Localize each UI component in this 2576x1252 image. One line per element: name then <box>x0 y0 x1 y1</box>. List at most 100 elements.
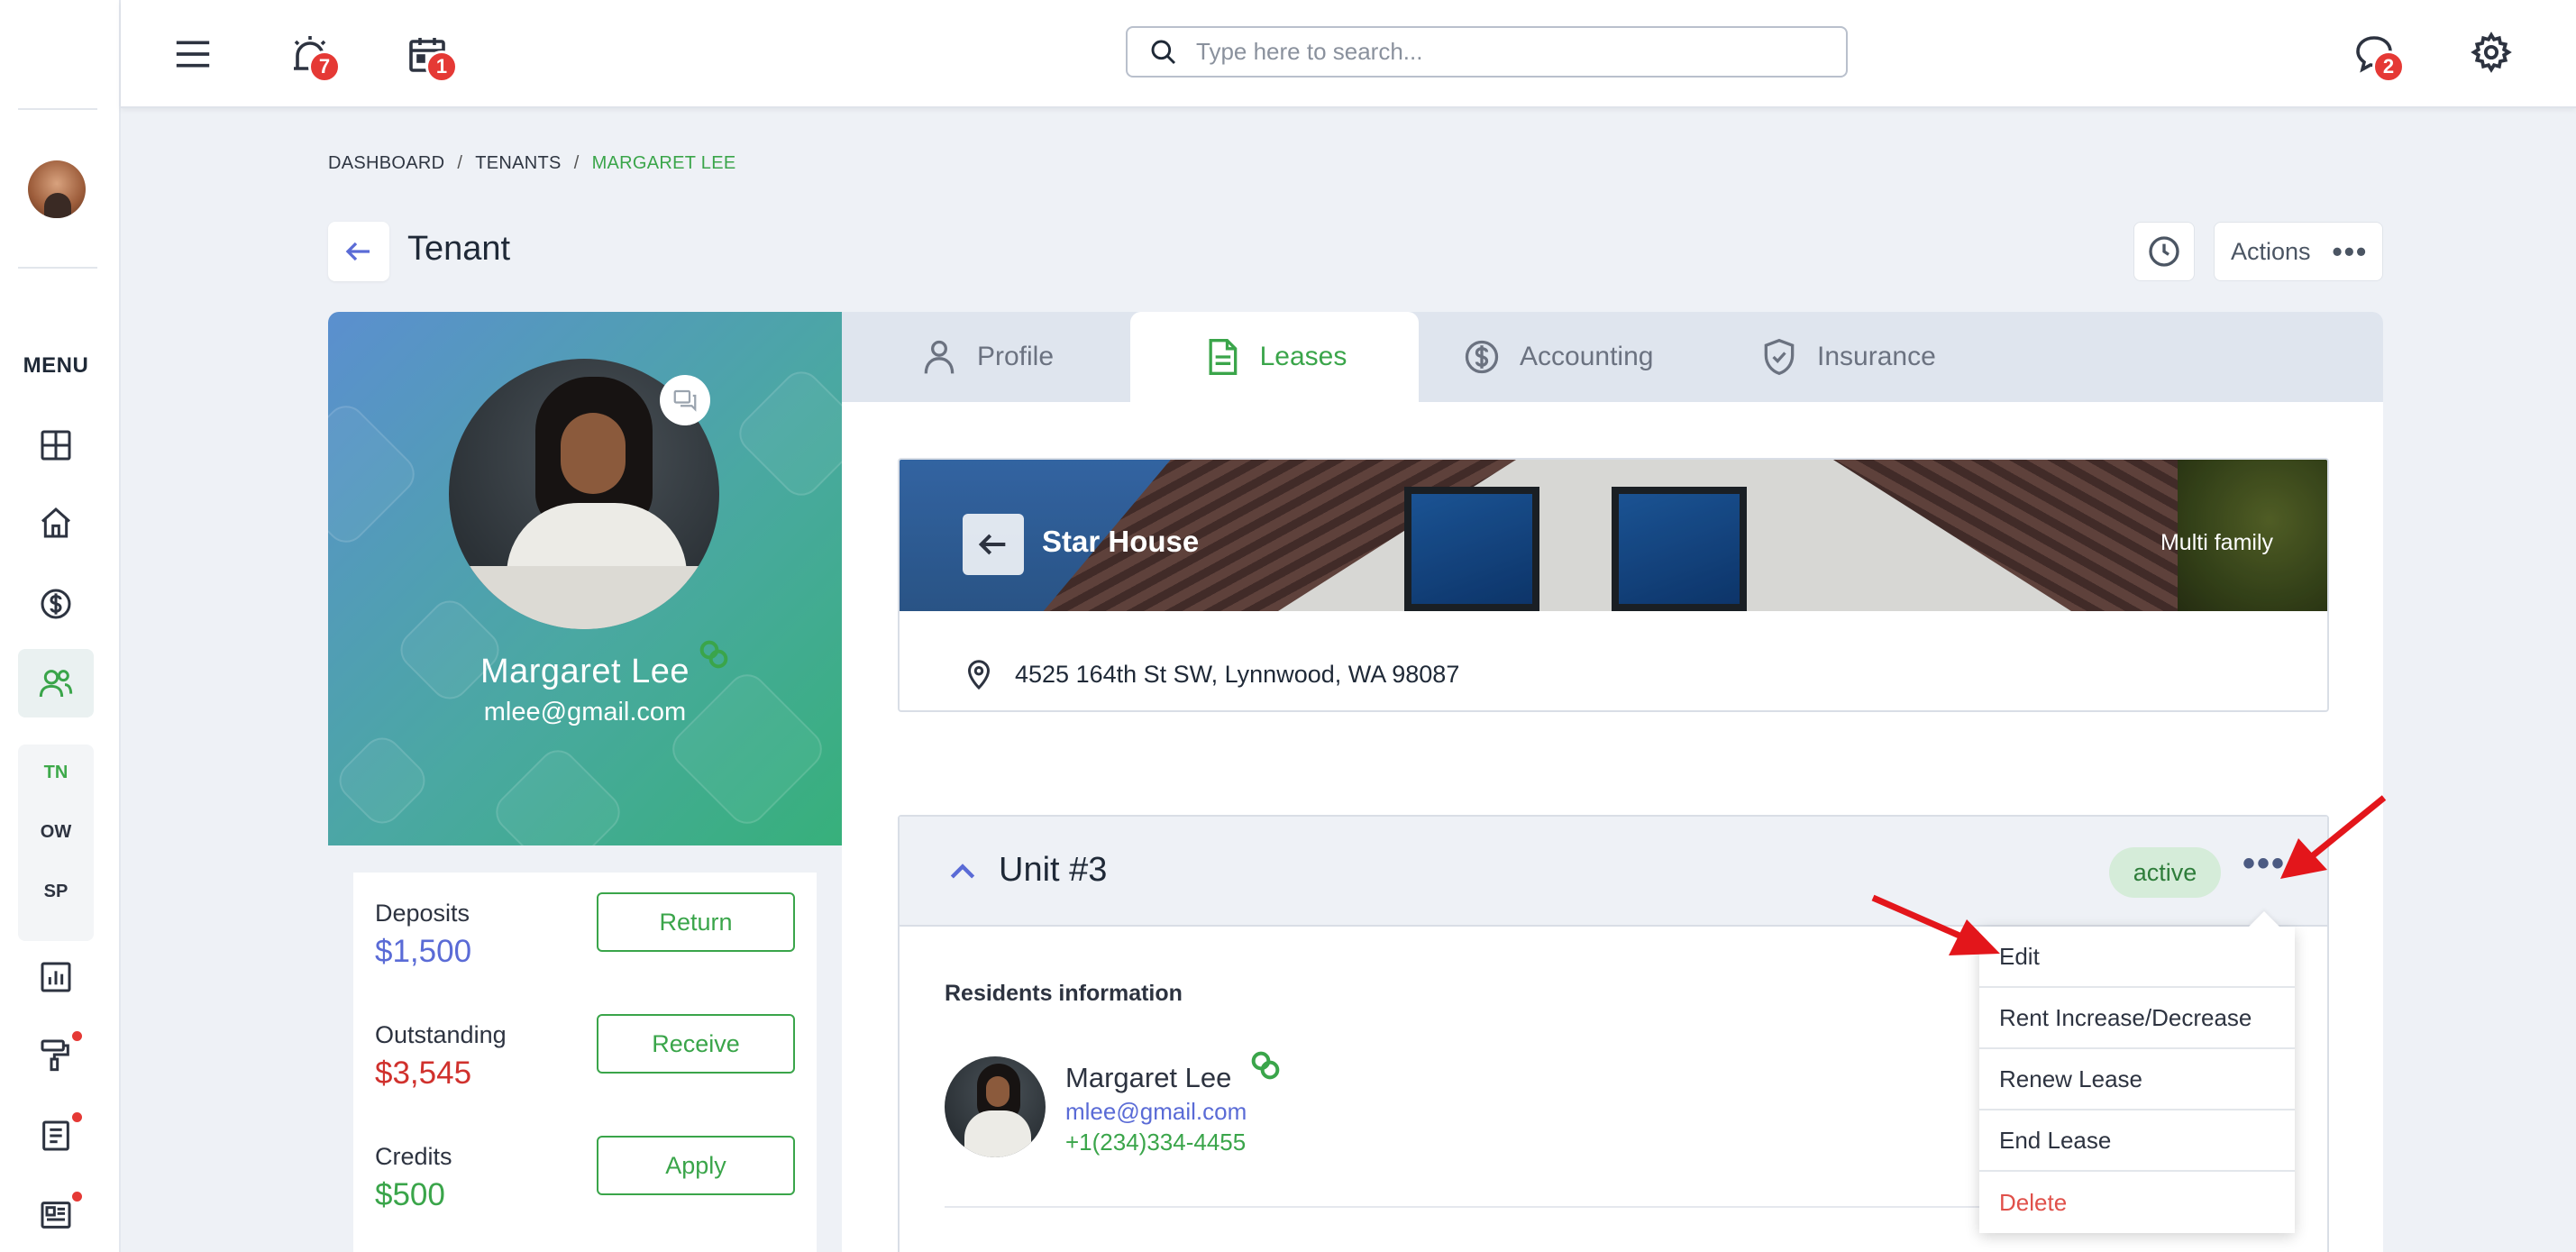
document-icon <box>42 1120 69 1151</box>
red-arrow-annotation <box>2280 795 2387 879</box>
hamburger-icon <box>176 41 210 68</box>
status-badge: active <box>2109 847 2221 898</box>
resident-avatar <box>945 1056 1046 1157</box>
balances-panel: Deposits $1,500 Return Outstanding $3,54… <box>328 845 842 1252</box>
tab-insurance-label: Insurance <box>1817 342 1936 371</box>
decoration <box>331 729 434 832</box>
submenu-tenants[interactable]: TN <box>18 763 94 783</box>
tab-insurance[interactable]: Insurance <box>1759 312 1936 402</box>
sidebar-item-properties[interactable] <box>18 489 94 557</box>
notification-dot <box>72 1192 82 1202</box>
tab-profile[interactable]: Profile <box>919 312 1054 402</box>
sidebar-item-accounting[interactable] <box>18 570 94 638</box>
unit-actions-menu: Edit Rent Increase/Decrease Renew Lease … <box>1979 927 2295 1233</box>
chat-button[interactable]: 2 <box>2347 27 2405 83</box>
sidebar-divider <box>18 267 97 269</box>
tab-leases[interactable]: Leases <box>1130 312 1419 402</box>
divider <box>945 1206 2116 1208</box>
sidebar-item-people[interactable] <box>18 649 94 717</box>
menu-label: MENU <box>23 353 89 378</box>
notification-dot <box>72 1112 82 1122</box>
hamburger-menu-button[interactable] <box>166 27 220 81</box>
location-pin-icon <box>967 660 991 690</box>
unit-title: Unit #3 <box>999 851 1108 889</box>
resident-phone[interactable]: +1(234)334-4455 <box>1065 1129 1246 1156</box>
tab-leases-label: Leases <box>1259 342 1347 371</box>
resident-name[interactable]: Margaret Lee <box>1065 1062 1231 1094</box>
message-tenant-button[interactable] <box>660 375 710 425</box>
property-card: Star House Multi family 4525 164th St SW… <box>898 458 2329 712</box>
deposits-row: Deposits $1,500 Return <box>375 891 795 990</box>
search-input[interactable] <box>1196 38 1827 66</box>
search-icon <box>1151 40 1176 64</box>
sidebar-item-dashboard[interactable] <box>18 411 94 480</box>
back-button[interactable] <box>328 222 389 281</box>
breadcrumb-current: MARGARET LEE <box>591 153 736 173</box>
dollar-circle-icon <box>1465 340 1499 374</box>
tab-bar: Profile Leases Accounting Insurance <box>842 312 2383 402</box>
tab-profile-label: Profile <box>977 342 1055 371</box>
sidebar-item-documents[interactable] <box>18 1101 94 1170</box>
user-avatar[interactable] <box>28 160 86 218</box>
tenant-name: Margaret Lee <box>480 653 690 690</box>
menu-item-rent-change[interactable]: Rent Increase/Decrease <box>1979 988 2295 1049</box>
sidebar-item-maintenance[interactable] <box>18 1020 94 1089</box>
menu-item-end-lease[interactable]: End Lease <box>1979 1110 2295 1172</box>
property-address-text: 4525 164th St SW, Lynnwood, WA 98087 <box>1015 660 1460 688</box>
decoration <box>731 363 842 504</box>
tenant-email: mlee@gmail.com <box>483 698 687 727</box>
gear-icon <box>2471 32 2512 73</box>
sidebar-divider <box>18 108 97 110</box>
menu-item-delete[interactable]: Delete <box>1979 1172 2295 1233</box>
breadcrumb-tenants[interactable]: TENANTS <box>475 153 561 173</box>
unit-header: Unit #3 active ••• <box>900 817 2327 927</box>
calendar-button[interactable]: 1 <box>400 27 458 83</box>
history-button[interactable] <box>2133 222 2195 281</box>
lease-document-icon <box>1209 339 1237 375</box>
property-back-button[interactable] <box>963 514 1024 575</box>
outstanding-label: Outstanding <box>375 1021 507 1048</box>
menu-item-edit[interactable]: Edit <box>1979 927 2295 988</box>
breadcrumb: DASHBOARD / TENANTS / MARGARET LEE <box>328 153 736 173</box>
receive-button[interactable]: Receive <box>597 1014 795 1074</box>
apply-button[interactable]: Apply <box>597 1136 795 1195</box>
collapse-button[interactable] <box>945 854 981 895</box>
property-address: 4525 164th St SW, Lynnwood, WA 98087 <box>963 658 1459 690</box>
news-icon <box>41 1202 71 1229</box>
top-bar: 7 1 2 <box>121 0 2576 108</box>
breadcrumb-dashboard[interactable]: DASHBOARD <box>328 153 444 173</box>
submenu-owners[interactable]: OW <box>18 822 94 843</box>
submenu-service-pros[interactable]: SP <box>18 882 94 902</box>
deposits-label: Deposits <box>375 900 470 927</box>
return-button[interactable]: Return <box>597 892 795 952</box>
sidebar-item-reports[interactable] <box>18 943 94 1011</box>
arrow-left-icon <box>978 534 1006 555</box>
arrow-left-icon <box>345 242 370 261</box>
resident-email[interactable]: mlee@gmail.com <box>1065 1098 1247 1126</box>
page-title: Tenant <box>407 230 511 268</box>
people-submenu: TN OW SP <box>18 745 94 941</box>
red-arrow-annotation <box>1871 894 2000 955</box>
sidebar: MENU TN OW SP <box>0 0 121 1252</box>
alarm-button[interactable]: 7 <box>283 27 341 83</box>
actions-label: Actions <box>2231 237 2311 265</box>
linked-account-icon <box>1247 1047 1283 1088</box>
report-chart-icon <box>41 962 71 992</box>
outstanding-row: Outstanding $3,545 Receive <box>375 1012 795 1111</box>
property-name[interactable]: Star House <box>1042 525 1199 559</box>
decoration <box>488 742 628 845</box>
credits-label: Credits <box>375 1143 452 1170</box>
menu-item-renew-lease[interactable]: Renew Lease <box>1979 1049 2295 1110</box>
tab-accounting[interactable]: Accounting <box>1462 312 1653 402</box>
more-dots-icon: ••• <box>2332 234 2369 268</box>
search-bar <box>1126 26 1848 78</box>
shield-check-icon <box>1764 338 1795 376</box>
settings-button[interactable] <box>2464 25 2518 79</box>
actions-button[interactable]: Actions ••• <box>2214 222 2383 281</box>
credits-row: Credits $500 Apply <box>375 1134 795 1233</box>
alarm-badge: 7 <box>308 50 341 83</box>
chat-badge: 2 <box>2372 50 2405 83</box>
tenant-profile-card: Margaret Lee mlee@gmail.com <box>328 312 842 845</box>
chevron-up-icon <box>950 864 975 879</box>
sidebar-item-communications[interactable] <box>18 1181 94 1249</box>
